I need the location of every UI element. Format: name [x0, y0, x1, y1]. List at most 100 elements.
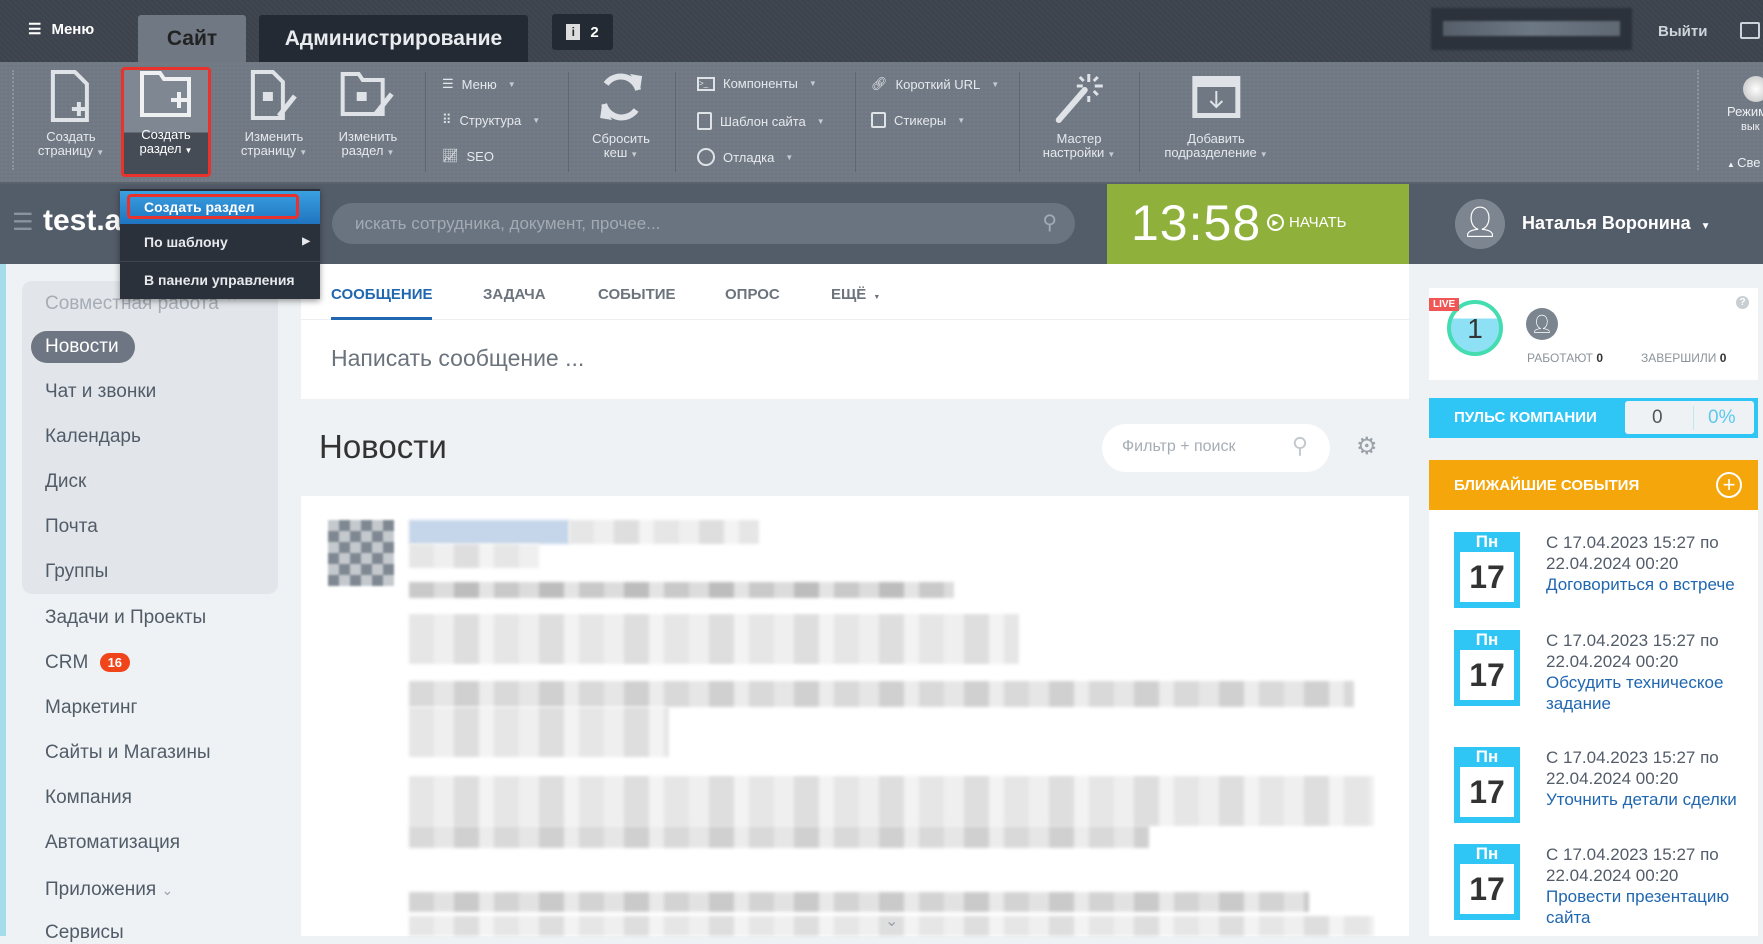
sidebar-item-groups[interactable]: Группы	[45, 561, 108, 583]
events-header: БЛИЖАЙШИЕ СОБЫТИЯ +	[1429, 460, 1758, 510]
workday-widget: 13:58 ▶ НАЧАТЬ	[1107, 184, 1409, 264]
add-department-button[interactable]: Добавить подразделение ▼	[1164, 70, 1268, 162]
tab-poll[interactable]: ОПРОС	[725, 286, 780, 303]
drag-handle[interactable]	[12, 70, 14, 170]
sidebar-item-apps[interactable]: Приложения ⌄	[45, 879, 173, 901]
live-badge: LIVE	[1429, 298, 1460, 311]
components-dropdown[interactable]: >_ Компоненты ▼	[697, 76, 817, 91]
create-section-button[interactable]: Создать раздел ▼	[139, 70, 193, 158]
sidebar-item-marketing[interactable]: Маркетинг	[45, 697, 137, 719]
menu-button[interactable]: ☰ Меню	[28, 20, 94, 39]
pulse-value: 0	[1652, 407, 1663, 428]
locked-folder-edit-icon	[340, 72, 394, 116]
user-menu[interactable]: Наталья Воронина ▼	[1522, 213, 1711, 234]
working-stat[interactable]: РАБОТАЮТ 0	[1527, 351, 1603, 365]
sidebar-item-automation[interactable]: Автоматизация	[45, 832, 180, 854]
divider	[1697, 70, 1699, 170]
user-avatar[interactable]: 👤︎	[1455, 199, 1505, 249]
sidebar-item-services[interactable]: Сервисы	[45, 922, 124, 944]
done-stat[interactable]: ЗАВЕРШИЛИ 0	[1641, 351, 1726, 365]
structure-dropdown[interactable]: ⠿ Структура ▼	[442, 112, 540, 128]
news-feed: ⌄	[301, 496, 1409, 936]
search-input[interactable]: искать сотрудника, документ, прочее... ⚲	[332, 203, 1075, 244]
event-link[interactable]: Договориться о встрече	[1546, 574, 1756, 595]
menu-dropdown[interactable]: ☰ Меню ▼	[442, 76, 516, 92]
short-url-dropdown[interactable]: 🔗︎ Короткий URL ▼	[871, 76, 999, 92]
setup-wizard-button[interactable]: Мастер настройки ▼	[1043, 70, 1115, 162]
sidebar-item-calendar[interactable]: Календарь	[45, 426, 141, 448]
event-link[interactable]: Уточнить детали сделки	[1546, 789, 1756, 810]
search-icon[interactable]: ⚲	[1292, 433, 1308, 459]
edge	[0, 264, 6, 936]
stickers-dropdown[interactable]: Стикеры ▼	[871, 112, 965, 128]
menu-item-control-panel[interactable]: В панели управления	[120, 269, 320, 291]
edit-page-button[interactable]: Изменить страницу ▼	[241, 70, 307, 160]
help-icon[interactable]: ?	[1736, 296, 1749, 309]
tab-message[interactable]: СООБЩЕНИЕ	[331, 286, 432, 303]
blurred-text	[409, 544, 539, 568]
blurred-text	[569, 520, 759, 544]
collapse-toolbar-button[interactable]: ▲ Све	[1727, 155, 1761, 170]
mode-state: вык	[1741, 121, 1760, 133]
blurred-text	[409, 892, 1309, 912]
tab-administration[interactable]: Администрирование	[259, 15, 528, 62]
mode-label: Режим	[1727, 104, 1763, 119]
sidebar-item-chat[interactable]: Чат и звонки	[45, 381, 156, 403]
event-link[interactable]: Провести презентацию сайта	[1546, 886, 1756, 928]
debug-dropdown[interactable]: Отладка ▼	[697, 148, 793, 166]
portal-logo[interactable]: test.a	[43, 204, 121, 238]
admin-top-bar: ☰ Меню Сайт Администрирование i2 Выйти	[0, 0, 1763, 62]
filter-search-input[interactable]: Фильтр + поиск ⚲	[1102, 424, 1330, 472]
sidebar-item-news[interactable]: Новости	[45, 336, 119, 358]
info-icon: i	[566, 24, 581, 40]
sidebar-item-tasks[interactable]: Задачи и Проекты	[45, 607, 206, 629]
gear-icon[interactable]: ⚙	[1356, 432, 1378, 461]
sidebar-item-mail[interactable]: Почта	[45, 516, 98, 538]
hamburger-icon[interactable]: ☰	[12, 208, 34, 237]
page-title: Новости	[319, 428, 447, 465]
divider	[425, 72, 426, 172]
terminal-icon: >_	[697, 76, 715, 91]
active-tab-underline	[331, 317, 432, 320]
tab-site[interactable]: Сайт	[138, 15, 246, 62]
grid-icon: ⠿	[442, 112, 452, 127]
expand-chevron-icon[interactable]: ⌄	[885, 911, 898, 931]
hamburger-icon: ☰	[28, 21, 42, 38]
clear-cache-button[interactable]: Сбросить кеш ▼	[592, 70, 650, 162]
notifications-button[interactable]: i2	[552, 14, 613, 50]
tab-event[interactable]: СОБЫТИЕ	[598, 286, 676, 303]
start-day-button[interactable]: ▶ НАЧАТЬ	[1267, 214, 1347, 231]
event-link[interactable]: Обсудить техническое задание	[1546, 672, 1756, 714]
keyboard-icon[interactable]	[1740, 22, 1760, 39]
tab-more[interactable]: ЕЩЁ ▼	[831, 286, 880, 303]
seo-button[interactable]: 📈︎ SEO	[442, 148, 494, 164]
tab-task[interactable]: ЗАДАЧА	[483, 286, 546, 303]
menu-item-by-template[interactable]: По шаблону ▶	[120, 231, 320, 253]
sidebar-item-crm[interactable]: CRM 16	[45, 652, 131, 674]
sidebar-item-disk[interactable]: Диск	[45, 471, 86, 493]
message-input[interactable]: Написать сообщение ...	[331, 345, 584, 372]
divider	[568, 72, 569, 172]
blurred-text	[409, 582, 954, 598]
company-pulse[interactable]: ПУЛЬС КОМПАНИИ 0 0%	[1429, 398, 1758, 438]
edit-section-button[interactable]: Изменить раздел ▼	[339, 70, 397, 160]
add-event-icon[interactable]: +	[1716, 472, 1742, 498]
logout-link[interactable]: Выйти	[1658, 23, 1707, 40]
crm-badge: 16	[99, 653, 131, 673]
calendar-icon: Пн 17	[1454, 747, 1520, 823]
create-section-menu: Создать раздел По шаблону ▶ В панели упра…	[120, 189, 320, 299]
create-page-button[interactable]: Создать страницу ▼	[38, 70, 104, 160]
live-widget: 1 LIVE 👤︎ РАБОТАЮТ 0 ЗАВЕРШИЛИ 0 ?	[1429, 288, 1758, 380]
blurred-text	[409, 707, 669, 757]
sidebar-item-company[interactable]: Компания	[45, 787, 132, 809]
locked-page-edit-icon	[250, 70, 297, 120]
user-icon: 👤︎	[1526, 308, 1558, 340]
blurred-author	[409, 520, 569, 544]
mode-toggle[interactable]	[1743, 76, 1763, 102]
calendar-icon: Пн 17	[1454, 844, 1520, 920]
sidebar-item-sites[interactable]: Сайты и Магазины	[45, 742, 211, 764]
site-template-dropdown[interactable]: Шаблон сайта ▼	[697, 112, 825, 130]
sticker-icon	[871, 112, 886, 128]
author-avatar[interactable]	[328, 520, 394, 586]
search-icon[interactable]: ⚲	[1042, 210, 1057, 235]
